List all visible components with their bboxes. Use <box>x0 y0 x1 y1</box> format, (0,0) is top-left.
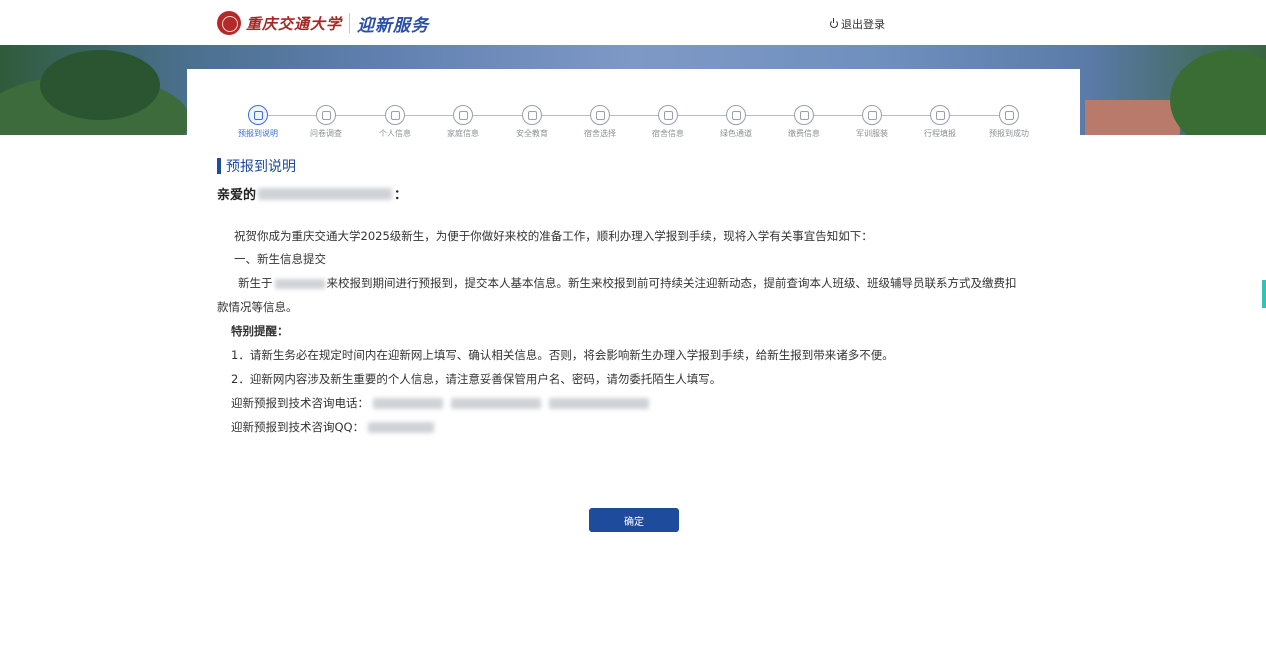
reminder-2: 2．迎新网内容涉及新生重要的个人信息，请注意妥善保管用户名、密码，请勿委托陌生人… <box>231 372 722 386</box>
step-itinerary[interactable]: 行程填报 <box>910 105 970 139</box>
greeting-prefix: 亲爱的 <box>217 188 257 203</box>
redacted-qq <box>367 422 434 433</box>
title-accent-bar <box>217 158 221 174</box>
intro-text: 祝贺你成为重庆交通大学2025级新生，为便于你做好来校的准备工作，顺利办理入学报… <box>234 229 873 243</box>
university-name: 重庆交通大学 <box>246 14 343 33</box>
clipboard-icon <box>316 105 336 125</box>
side-float-tab[interactable] <box>1262 280 1266 308</box>
university-logo[interactable]: 重庆交通大学 迎新服务 <box>217 10 429 36</box>
step-label: 个人信息 <box>379 129 411 138</box>
power-icon <box>830 18 838 28</box>
para-1-text: 来校报到期间进行预报到，提交本人基本信息。新生来校报到前可持续关注迎新动态，提前… <box>326 276 1017 290</box>
step-dorm-info[interactable]: 宿舍信息 <box>638 105 698 139</box>
document-icon <box>248 105 268 125</box>
step-green-channel[interactable]: 绿色通道 <box>706 105 766 139</box>
confirm-button[interactable]: 确定 <box>589 508 679 532</box>
person-icon <box>385 105 405 125</box>
shield-icon <box>522 105 542 125</box>
section-title-text: 预报到说明 <box>226 159 296 175</box>
step-label: 绿色通道 <box>720 129 752 138</box>
phone-label: 迎新预报到技术咨询电话： <box>231 396 369 410</box>
service-name: 迎新服务 <box>357 15 430 36</box>
step-questionnaire[interactable]: 问卷调查 <box>296 105 356 139</box>
step-military-uniform[interactable]: 军训服装 <box>842 105 902 139</box>
coin-icon <box>794 105 814 125</box>
progress-stepper: 预报到说明 问卷调查 个人信息 家庭信息 安全教育 宿舍选择 宿舍信息 绿色通道… <box>230 105 1030 141</box>
step-label: 宿舍信息 <box>652 129 684 138</box>
qq-label: 迎新预报到技术咨询QQ： <box>231 420 365 434</box>
redacted-phones <box>372 398 649 409</box>
step-payment-info[interactable]: 缴费信息 <box>774 105 834 139</box>
step-safety-education[interactable]: 安全教育 <box>502 105 562 139</box>
umbrella-icon <box>726 105 746 125</box>
heading-new-student-info: 一、新生信息提交 <box>234 252 326 266</box>
step-label: 军训服装 <box>856 129 888 138</box>
logout-button[interactable]: 退出登录 <box>830 16 885 32</box>
greeting: 亲爱的 ： <box>217 184 407 203</box>
qq-line: 迎新预报到技术咨询QQ： <box>217 415 1047 439</box>
para-1-line-1: 新生于 来校报到期间进行预报到，提交本人基本信息。新生来校报到前可持续关注迎新动态… <box>217 271 1047 295</box>
redacted-date <box>274 278 325 289</box>
redacted-phone <box>548 398 649 409</box>
calendar-icon <box>930 105 950 125</box>
step-dorm-selection[interactable]: 宿舍选择 <box>570 105 630 139</box>
redacted-name <box>258 187 393 200</box>
university-seal-icon <box>217 11 241 35</box>
home-icon <box>453 105 473 125</box>
step-label: 缴费信息 <box>788 129 820 138</box>
reminder-title: 特别提醒： <box>231 324 289 338</box>
step-pre-registration-notice[interactable]: 预报到说明 <box>228 105 288 139</box>
logout-label: 退出登录 <box>841 18 885 31</box>
step-label: 安全教育 <box>516 129 548 138</box>
step-family-info[interactable]: 家庭信息 <box>433 105 493 139</box>
para-1-prefix: 新生于 <box>238 276 273 290</box>
redacted-phone <box>372 398 443 409</box>
umbrella-icon <box>658 105 678 125</box>
step-label: 预报到说明 <box>238 129 278 138</box>
step-label: 行程填报 <box>924 129 956 138</box>
step-label: 预报到成功 <box>989 129 1029 138</box>
para-1-line-2: 款情况等信息。 <box>217 300 298 314</box>
redacted-phone <box>450 398 541 409</box>
step-label: 问卷调查 <box>310 129 342 138</box>
step-label: 宿舍选择 <box>584 129 616 138</box>
step-label: 家庭信息 <box>447 129 479 138</box>
top-header: 重庆交通大学 迎新服务 退出登录 <box>0 0 1266 45</box>
step-personal-info[interactable]: 个人信息 <box>365 105 425 139</box>
banner-tree <box>1170 50 1266 135</box>
reminder-1: 1．请新生务必在规定时间内在迎新网上填写、确认相关信息。否则，将会影响新生办理入… <box>231 348 894 362</box>
phone-line: 迎新预报到技术咨询电话： <box>217 391 1047 415</box>
logo-divider <box>349 13 351 33</box>
banner-tree <box>40 50 160 120</box>
step-success[interactable]: 预报到成功 <box>979 105 1039 139</box>
section-title: 预报到说明 <box>217 157 296 175</box>
check-icon <box>999 105 1019 125</box>
banner-building <box>1085 100 1180 135</box>
house-icon <box>590 105 610 125</box>
shirt-icon <box>862 105 882 125</box>
greeting-suffix: ： <box>394 188 408 203</box>
